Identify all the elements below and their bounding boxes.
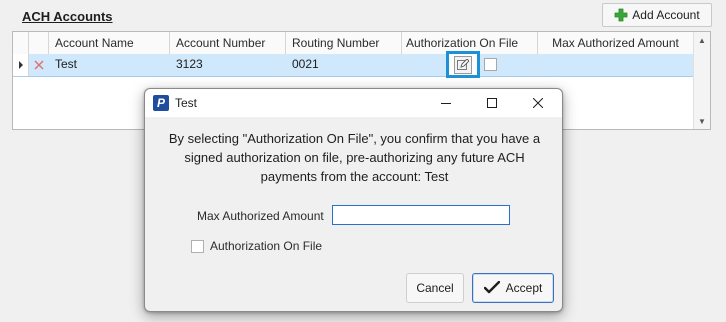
accept-button[interactable]: Accept	[472, 273, 554, 303]
authorization-checkbox-label: Authorization On File	[210, 239, 323, 253]
max-amount-input[interactable]	[332, 205, 510, 225]
dialog-message: By selecting "Authorization On File", yo…	[168, 131, 541, 184]
edit-icon	[454, 55, 472, 74]
maximize-icon	[487, 98, 497, 108]
authorization-dialog: P Test By selecting "Authorization On Fi…	[144, 88, 563, 312]
column-header-routing-number[interactable]: Routing Number	[286, 32, 402, 54]
dialog-titlebar[interactable]: P Test	[145, 89, 562, 117]
add-account-label: Add Account	[632, 8, 700, 22]
row-indicator-icon	[13, 54, 29, 76]
section-title: ACH Accounts	[22, 9, 113, 24]
accept-label: Accept	[505, 281, 543, 295]
delete-x-icon[interactable]	[29, 54, 49, 76]
checkmark-icon	[483, 281, 500, 294]
close-icon	[533, 98, 543, 108]
scroll-up-icon[interactable]: ▲	[694, 32, 710, 48]
grid-scrollbar[interactable]: ▲ ▼	[693, 32, 710, 129]
table-row[interactable]: Test 3123 0021	[13, 54, 694, 77]
grid-header: Account Name Account Number Routing Numb…	[13, 32, 694, 55]
minimize-icon	[441, 103, 451, 104]
close-button[interactable]	[515, 89, 561, 117]
scroll-down-icon[interactable]: ▼	[694, 113, 710, 129]
maximize-button[interactable]	[469, 89, 515, 117]
column-header-max-authorized-amount[interactable]: Max Authorized Amount	[538, 32, 694, 54]
authorization-checkbox-row[interactable]: Authorization On File	[191, 239, 322, 253]
minimize-button[interactable]	[423, 89, 469, 117]
cell-account-name[interactable]: Test	[49, 54, 170, 75]
cell-routing-number[interactable]: 0021	[286, 54, 402, 75]
header-delete-cell	[29, 32, 49, 54]
column-header-account-name[interactable]: Account Name	[49, 32, 170, 54]
app-logo-icon: P	[153, 95, 169, 111]
dialog-title: Test	[175, 96, 198, 110]
max-amount-label: Max Authorized Amount	[197, 209, 324, 223]
authorization-checkbox[interactable]	[191, 239, 204, 253]
add-account-button[interactable]: Add Account	[602, 3, 712, 27]
plus-icon	[614, 8, 628, 22]
header-indicator-cell	[13, 32, 29, 54]
cell-account-number[interactable]: 3123	[170, 54, 286, 75]
cancel-button[interactable]: Cancel	[406, 273, 464, 303]
edit-authorization-button[interactable]	[446, 51, 480, 78]
cell-max-authorized-amount[interactable]	[538, 54, 694, 75]
column-header-account-number[interactable]: Account Number	[170, 32, 286, 54]
row-authorization-checkbox[interactable]	[484, 58, 497, 71]
